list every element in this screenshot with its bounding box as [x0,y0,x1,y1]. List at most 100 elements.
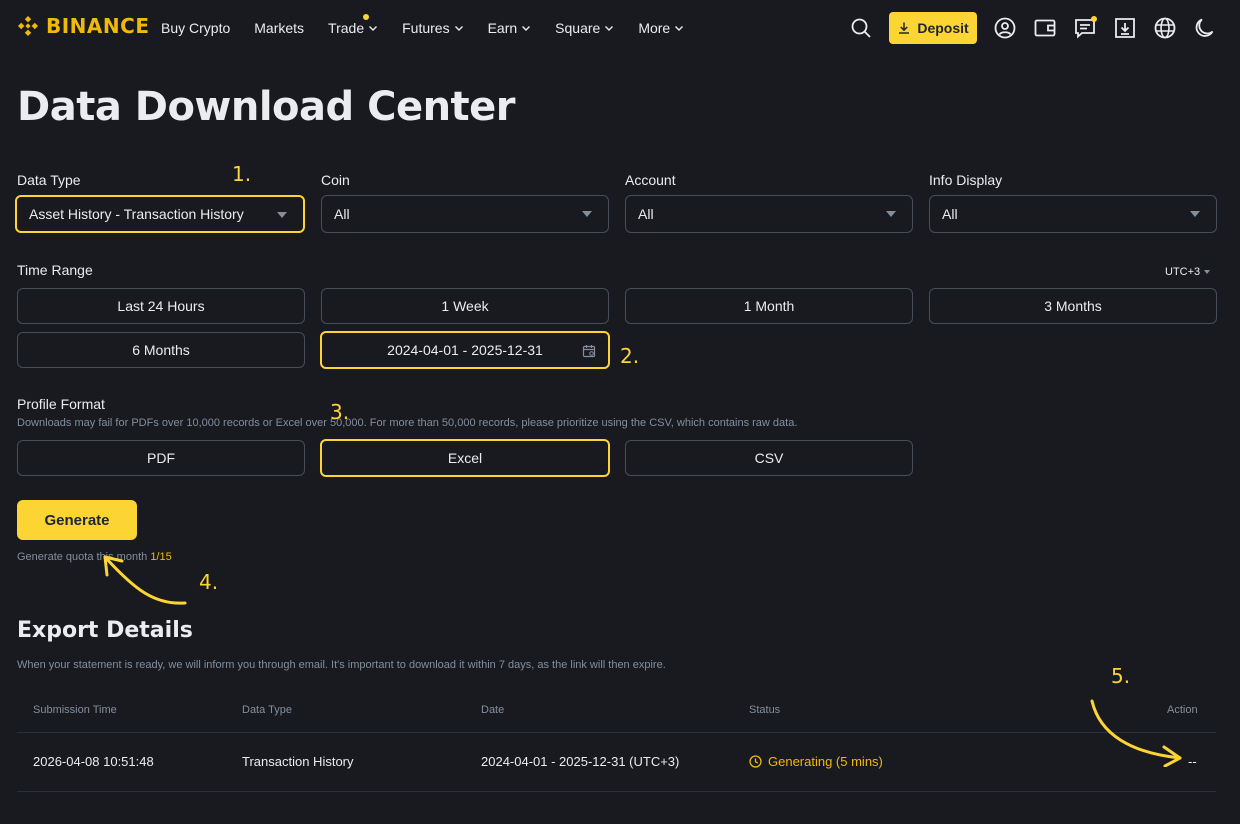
caret-down-icon [1190,211,1200,217]
range-label: 1 Month [743,298,795,314]
calendar-icon [582,345,596,358]
col-submission-time: Submission Time [33,704,117,716]
annotation-3: 3. [330,400,350,424]
cell-submission-time: 2026-04-08 10:51:48 [33,754,154,769]
app-download-icon[interactable] [1113,16,1137,40]
cell-data-type: Transaction History [242,754,354,769]
top-header: BINANCE Buy Crypto Markets Trade Futures… [0,0,1240,56]
custom-range-value: 2024-04-01 - 2025-12-31 [387,342,543,358]
format-label: CSV [754,450,784,466]
col-data-type: Data Type [242,704,292,716]
clock-icon [749,755,762,768]
range-6-months[interactable]: 6 Months [17,332,305,368]
nav-buy-crypto[interactable]: Buy Crypto [161,20,230,36]
nav-markets[interactable]: Markets [254,20,304,36]
search-icon[interactable] [849,16,873,40]
brand-name: BINANCE [46,14,150,38]
range-label: 6 Months [132,342,190,358]
deposit-button[interactable]: Deposit [889,12,977,44]
timezone-value: UTC+3 [1165,266,1201,278]
nav-trade[interactable]: Trade [328,14,378,36]
chevron-down-icon [369,26,378,31]
range-label: Last 24 Hours [117,298,205,314]
nav-futures[interactable]: Futures [402,20,463,36]
nav-label: Buy Crypto [161,20,231,36]
generate-button[interactable]: Generate [17,500,137,540]
binance-logo-icon [18,16,38,36]
range-1-week[interactable]: 1 Week [321,288,609,324]
custom-date-range[interactable]: 2024-04-01 - 2025-12-31 [320,331,610,369]
annotation-5: 5. [1111,664,1131,688]
data-type-label: Data Type [17,172,81,188]
table-divider [17,791,1216,792]
caret-down-icon [1204,270,1211,274]
info-display-select[interactable]: All [929,195,1217,233]
col-status: Status [749,704,781,716]
coin-label: Coin [321,172,350,188]
nav-more[interactable]: More [638,20,684,36]
deposit-label: Deposit [917,20,969,36]
wallet-icon[interactable] [1033,16,1057,40]
user-icon[interactable] [993,16,1017,40]
moon-icon[interactable] [1193,16,1217,40]
nav-earn[interactable]: Earn [488,20,532,36]
chevron-down-icon [454,26,463,31]
nav-label: More [638,20,671,36]
nav-square[interactable]: Square [555,20,614,36]
col-date: Date [481,704,505,716]
account-label: Account [625,172,676,188]
range-label: 1 Week [441,298,489,314]
range-last-24-hours[interactable]: Last 24 Hours [17,288,305,324]
status-text: Generating (5 mins) [768,754,883,769]
data-type-select[interactable]: Asset History - Transaction History [15,195,305,233]
info-display-label: Info Display [929,172,1003,188]
profile-format-note: Downloads may fail for PDFs over 10,000 … [17,417,798,429]
export-details-title: Export Details [17,618,193,643]
annotation-4: 4. [199,570,219,594]
format-pdf[interactable]: PDF [17,440,305,476]
cell-status: Generating (5 mins) [749,754,883,769]
time-range-label: Time Range [17,262,93,278]
format-label: Excel [447,450,483,466]
annotation-1: 1. [232,162,252,186]
nav-label: Square [555,20,601,36]
globe-icon[interactable] [1153,16,1177,40]
chevron-down-icon [605,26,614,31]
info-display-value: All [942,206,958,222]
timezone-select[interactable]: UTC+3 [1165,266,1211,278]
chevron-down-icon [522,26,531,31]
annotation-2: 2. [620,344,640,368]
generate-label: Generate [44,511,110,529]
range-label: 3 Months [1044,298,1102,314]
annotation-arrow-4 [103,555,187,605]
nav-label: Earn [487,20,518,36]
format-label: PDF [147,450,175,466]
coin-value: All [334,206,350,222]
annotation-arrow-5 [1090,699,1182,767]
chevron-down-icon [675,26,684,31]
export-note: When your statement is ready, we will in… [17,659,666,671]
nav-label: Futures [402,20,450,36]
account-select[interactable]: All [625,195,913,233]
caret-down-icon [886,211,896,217]
download-arrow-icon [899,22,910,34]
table-divider [17,732,1216,733]
caret-down-icon [582,211,592,217]
data-type-value: Asset History - Transaction History [29,206,244,222]
range-1-month[interactable]: 1 Month [625,288,913,324]
coin-select[interactable]: All [321,195,609,233]
caret-down-icon [277,212,287,218]
main-nav: Buy Crypto Markets Trade Futures Earn Sq… [161,0,708,56]
notification-dot [363,14,370,20]
page-title: Data Download Center [17,84,516,130]
profile-format-label: Profile Format [17,396,105,412]
account-value: All [638,206,654,222]
cell-date: 2024-04-01 - 2025-12-31 (UTC+3) [481,754,680,769]
format-csv[interactable]: CSV [625,440,913,476]
format-excel[interactable]: Excel [320,439,610,477]
nav-label: Trade [328,20,365,36]
range-3-months[interactable]: 3 Months [929,288,1217,324]
binance-logo[interactable]: BINANCE [16,14,149,38]
notification-dot [1091,16,1097,22]
nav-label: Markets [254,20,305,36]
